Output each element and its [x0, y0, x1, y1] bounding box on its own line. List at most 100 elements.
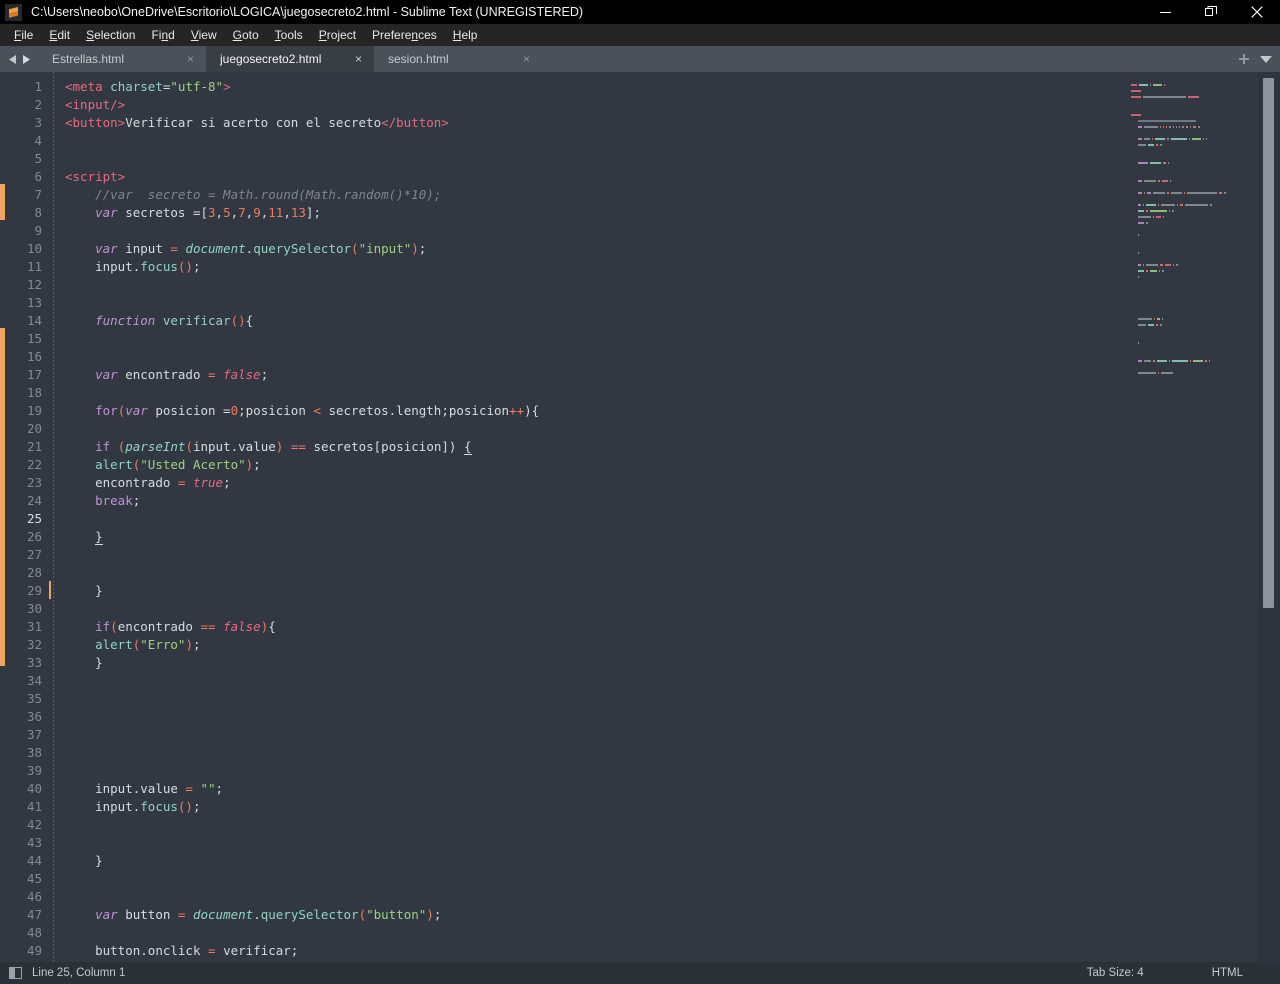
line-number: 20 [26, 421, 42, 436]
code-line: <script> [65, 169, 126, 184]
code-line: } [95, 655, 103, 670]
menu-find[interactable]: Find [143, 26, 182, 44]
text-caret [49, 581, 51, 599]
line-number: 21 [26, 439, 42, 454]
line-number: 37 [26, 727, 42, 742]
code-line: for(var posicion =0;posicion < secretos.… [95, 403, 540, 418]
code-line: if(encontrado == false){ [95, 619, 276, 634]
close-icon[interactable]: × [355, 53, 362, 65]
menu-view[interactable]: View [183, 26, 225, 44]
line-number: 6 [34, 169, 42, 184]
line-number-gutter: 1 2 3 4 5 6 7 8 9 10 11 12 13 14 15 16 17 18 19 20 21 22 23 24 2… [5, 72, 54, 962]
tab-label: Estrellas.html [52, 52, 125, 66]
minimize-button[interactable] [1142, 0, 1188, 24]
plus-icon[interactable] [1238, 53, 1250, 65]
line-number: 48 [26, 925, 42, 940]
code-line: } [95, 583, 103, 598]
code-line: <input/> [65, 97, 126, 112]
menu-help[interactable]: Help [445, 26, 486, 44]
sublime-text-logo-icon [5, 3, 22, 21]
menu-preferences[interactable]: Preferences [364, 26, 445, 44]
line-number: 16 [26, 349, 42, 364]
close-button[interactable] [1234, 0, 1280, 24]
menu-file[interactable]: File [6, 26, 41, 44]
line-number: 34 [26, 673, 42, 688]
tab-juegosecreto2-html[interactable]: juegosecreto2.html × [206, 46, 374, 72]
tab-size-indicator[interactable]: Tab Size: 4 [1087, 967, 1144, 979]
status-bar-right: Tab Size: 4 HTML [1087, 962, 1280, 984]
scrollbar-thumb[interactable] [1263, 78, 1274, 608]
menu-bar: File Edit Selection Find View Goto Tools… [0, 24, 1280, 46]
line-number: 49 [26, 943, 42, 958]
line-number: 47 [26, 907, 42, 922]
line-number: 11 [26, 259, 42, 274]
code-line: if (parseInt(input.value) == secretos[po… [95, 439, 472, 455]
close-icon[interactable]: × [187, 53, 194, 65]
vertical-scrollbar[interactable] [1258, 72, 1280, 962]
line-number: 19 [26, 403, 42, 418]
restore-button[interactable] [1188, 0, 1234, 24]
code-line: input.focus(); [95, 259, 201, 274]
code-minimap[interactable] [1123, 72, 1258, 962]
line-number: 25 [5, 510, 54, 528]
syntax-indicator[interactable]: HTML [1212, 967, 1243, 979]
code-line: <meta charset="utf-8"> [65, 79, 231, 94]
tab-bar: Estrellas.html × juegosecreto2.html × se… [0, 46, 1280, 72]
code-line: var input = document.querySelector("inpu… [95, 241, 427, 256]
panel-toggle-icon[interactable] [9, 967, 22, 979]
menu-tools[interactable]: Tools [267, 26, 311, 44]
line-number: 26 [26, 529, 42, 544]
line-number: 29 [26, 583, 42, 598]
line-number: 31 [26, 619, 42, 634]
close-icon[interactable]: × [523, 53, 530, 65]
line-number: 22 [26, 457, 42, 472]
tab-bar-actions [1238, 46, 1272, 72]
tab-estrellas-html[interactable]: Estrellas.html × [38, 46, 206, 72]
chevron-down-icon[interactable] [1260, 55, 1272, 63]
code-line: var button = document.querySelector("but… [95, 907, 442, 922]
line-number: 4 [34, 133, 42, 148]
line-number: 41 [26, 799, 42, 814]
menu-project[interactable]: Project [311, 26, 364, 44]
triangle-left-icon[interactable] [8, 54, 17, 64]
line-number: 5 [34, 151, 42, 166]
line-number: 35 [26, 691, 42, 706]
code-line: encontrado = true; [95, 475, 231, 490]
line-number: 40 [26, 781, 42, 796]
code-line: alert("Usted Acerto"); [95, 457, 261, 472]
menu-selection[interactable]: Selection [78, 26, 143, 44]
code-line: input.value = ""; [95, 781, 224, 796]
tab-sesion-html[interactable]: sesion.html × [374, 46, 542, 72]
editor-area[interactable]: 1 2 3 4 5 6 7 8 9 10 11 12 13 14 15 16 17 18 19 20 21 22 23 24 2… [0, 72, 1280, 962]
menu-edit[interactable]: Edit [41, 26, 78, 44]
window-controls [1142, 0, 1280, 24]
code-content[interactable]: <meta charset="utf-8"> <input/> <button>… [54, 72, 1280, 962]
line-number: 38 [26, 745, 42, 760]
menu-goto[interactable]: Goto [225, 26, 267, 44]
line-number: 36 [26, 709, 42, 724]
code-line: break; [95, 493, 141, 508]
line-number: 45 [26, 871, 42, 886]
tab-label: sesion.html [388, 52, 449, 66]
minimap-line [1131, 370, 1252, 376]
line-number: 2 [34, 97, 42, 112]
code-line: <button>Verificar si acerto con el secre… [65, 115, 449, 130]
triangle-right-icon[interactable] [22, 54, 30, 64]
code-line: } [95, 529, 103, 545]
line-number: 24 [26, 493, 42, 508]
window-title-bar: C:\Users\neobo\OneDrive\Escritorio\LOGIC… [0, 0, 1280, 24]
